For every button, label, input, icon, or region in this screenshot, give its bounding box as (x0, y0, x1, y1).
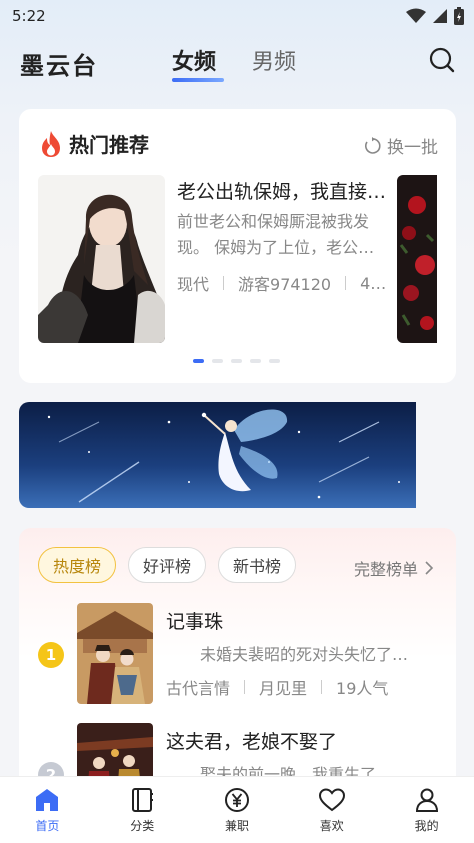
top-bar: 墨云台 女频 男频 (0, 40, 474, 84)
divider (345, 276, 347, 290)
divider (321, 680, 323, 694)
nav-label: 分类 (130, 819, 155, 833)
search-button[interactable] (428, 46, 456, 74)
ranking-book-description: 未婚夫裴昭的死对头失忆了… (200, 645, 409, 664)
chevron-right-icon (425, 561, 434, 575)
bottom-nav: 首页 分类 兼职 喜欢 我的 (0, 776, 474, 843)
nav-label: 喜欢 (319, 819, 344, 833)
ranking-book-meta: 古代言情 月见里 19人气 (166, 675, 388, 699)
ranking-item[interactable]: 1 记事珠 未婚夫裴昭的死对头失忆了… 古代言情 月见里 19人气 (19, 603, 456, 707)
book-genre: 现代 (177, 275, 210, 294)
nav-favorites[interactable]: 喜欢 (284, 777, 379, 843)
active-tab-indicator (172, 78, 224, 82)
ranking-tabs: 热度榜 好评榜 新书榜 (38, 547, 297, 583)
next-book-cover[interactable] (397, 175, 437, 343)
hot-title: 热门推荐 (69, 133, 149, 157)
carousel-dot (212, 359, 223, 363)
carousel-dot (193, 359, 204, 363)
ranking-card: 热度榜 好评榜 新书榜 完整榜单 1 记事珠 未婚夫裴昭的死对头失忆了… 古代言… (19, 528, 456, 788)
status-icons (406, 7, 464, 25)
flame-icon (42, 130, 60, 157)
nav-label: 兼职 (224, 819, 249, 833)
rank-tab-hot[interactable]: 热度榜 (38, 547, 117, 583)
refresh-icon (364, 136, 381, 154)
nav-part-time[interactable]: 兼职 (190, 777, 285, 843)
status-bar: 5:22 (0, 0, 474, 32)
full-ranking-link[interactable]: 完整榜单 (354, 556, 434, 580)
home-icon (36, 789, 59, 811)
hot-recommend-card: 热门推荐 换一批 老公出轨保姆，我直接… 前世老公和保姆厮混被我发现。 保姆为了… (19, 109, 456, 383)
yuan-icon (224, 788, 249, 812)
profile-icon (415, 788, 438, 812)
status-time: 5:22 (12, 7, 46, 25)
nav-category[interactable]: 分类 (95, 777, 190, 843)
full-ranking-label: 完整榜单 (353, 560, 418, 579)
signal-icon (433, 9, 447, 23)
rank-tab-new[interactable]: 新书榜 (218, 547, 297, 583)
rank-tab-rating[interactable]: 好评榜 (128, 547, 207, 583)
search-icon (429, 47, 455, 73)
divider (244, 680, 246, 694)
promo-banner[interactable] (19, 402, 416, 508)
ranking-book-cover[interactable] (77, 603, 153, 704)
nav-home[interactable]: 首页 (0, 777, 95, 843)
nav-label: 首页 (35, 819, 60, 833)
ranking-book-author: 月见里 (259, 679, 308, 698)
book-description: 前世老公和保姆厮混被我发现。 保姆为了上位，老公… (177, 212, 375, 257)
tab-male[interactable]: 男频 (252, 44, 296, 76)
rank-number-badge: 1 (38, 642, 64, 668)
ranking-book-title[interactable]: 这夫君，老娘不娶了 (166, 727, 337, 754)
refresh-button[interactable]: 换一批 (363, 133, 438, 158)
tab-female[interactable]: 女频 (172, 44, 216, 76)
app-logo: 墨云台 (20, 51, 98, 80)
book-cover[interactable] (38, 175, 165, 343)
book-extra: 4… (360, 273, 387, 293)
battery-icon (454, 7, 464, 25)
carousel-dot (231, 359, 242, 363)
book-meta: 现代 游客974120 4… (177, 271, 395, 295)
ranking-book-title[interactable]: 记事珠 (166, 607, 223, 634)
divider (223, 276, 225, 290)
wifi-icon (406, 8, 426, 23)
nav-label: 我的 (414, 819, 439, 833)
category-icon (132, 788, 154, 812)
book-author: 游客974120 (238, 275, 332, 294)
nav-profile[interactable]: 我的 (379, 777, 474, 843)
book-title[interactable]: 老公出轨保姆，我直接… (177, 177, 397, 204)
hot-title-group: 热门推荐 (39, 129, 149, 158)
heart-icon (318, 788, 345, 812)
carousel-indicator (193, 359, 280, 363)
ranking-book-popularity: 19人气 (336, 679, 389, 698)
carousel-dot (269, 359, 280, 363)
carousel-dot (250, 359, 261, 363)
refresh-label: 换一批 (387, 138, 438, 158)
ranking-book-genre: 古代言情 (166, 679, 231, 698)
